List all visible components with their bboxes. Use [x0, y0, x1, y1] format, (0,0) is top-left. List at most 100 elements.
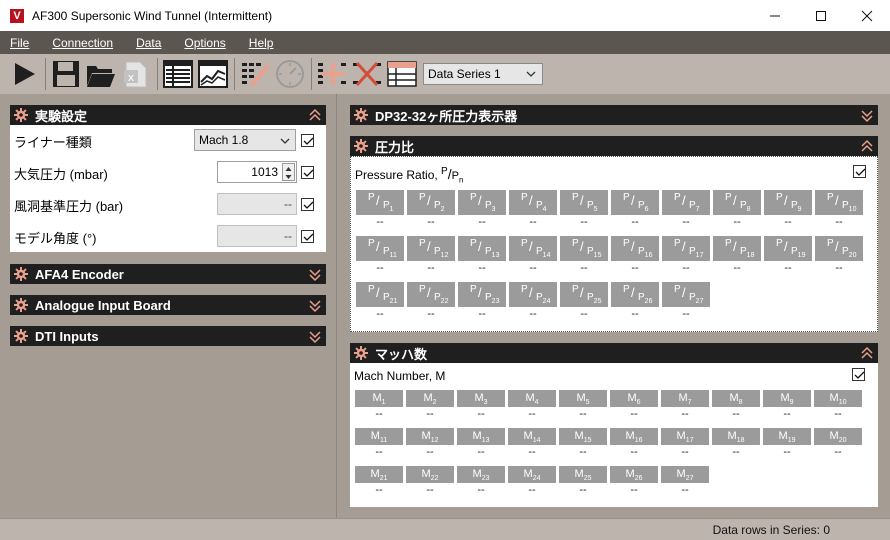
analogue-panel-header[interactable]: Analogue Input Board: [10, 295, 326, 315]
pressure-cell-label: P / P8: [713, 190, 761, 215]
menu-data[interactable]: Data: [134, 36, 163, 50]
table-view-button[interactable]: [162, 58, 194, 90]
menu-options[interactable]: Options: [182, 36, 227, 50]
model-angle-label: モデル角度 (°): [14, 230, 97, 246]
model-angle-checkbox[interactable]: [301, 230, 314, 243]
excel-icon: x: [124, 61, 147, 88]
export-excel-button[interactable]: x: [120, 58, 152, 90]
mach-cell-value: --: [528, 446, 536, 458]
series-table-button[interactable]: [386, 58, 418, 90]
atm-pressure-value: 1013: [251, 165, 278, 179]
checkmark-icon: [854, 371, 865, 379]
experiment-panel-body: ライナー種類 Mach 1.8 大気圧力 (mbar) 1013 風洞基準圧力 …: [10, 125, 326, 252]
collapse-icon: [861, 346, 873, 359]
pressure-panel-header[interactable]: 圧力比: [350, 136, 878, 156]
mach-cell-label: M24: [508, 466, 556, 483]
left-pane: 実験設定 ライナー種類 Mach 1.8 大気圧力 (mbar) 1013 風洞…: [0, 94, 336, 518]
data-series-select[interactable]: Data Series 1: [423, 63, 543, 85]
pressure-cell-label: P / P19: [764, 236, 812, 261]
expand-icon: [309, 331, 321, 344]
pressure-cell-value: --: [427, 216, 435, 228]
atm-pressure-spinner[interactable]: [282, 163, 295, 181]
mach-cell-label: M26: [610, 466, 658, 483]
gear-icon: [14, 329, 28, 343]
mach-cell-label: M25: [559, 466, 607, 483]
open-folder-icon: [87, 66, 115, 87]
pressure-cell-value: --: [478, 216, 486, 228]
mach-cell-value: --: [477, 408, 485, 420]
toolbar-separator: [234, 58, 235, 90]
pressure-cell-label: P / P9: [764, 190, 812, 215]
minimize-button[interactable]: [752, 0, 798, 31]
dp32-panel-header[interactable]: DP32-32ヶ所圧力表示器: [350, 105, 878, 125]
menu-file[interactable]: File: [8, 36, 31, 50]
pressure-cell-label: P / P11: [356, 236, 404, 261]
toolbar-separator: [45, 58, 46, 90]
open-button[interactable]: [85, 58, 117, 90]
mach-cell-value: --: [783, 408, 791, 420]
pressure-cell-value: --: [478, 262, 486, 274]
mach-cell-value: --: [579, 484, 587, 496]
collapse-icon: [861, 139, 873, 152]
mach-cell-label: M18: [712, 428, 760, 445]
mach-cell-label: M6: [610, 390, 658, 407]
gauge-button[interactable]: [274, 58, 306, 90]
menu-connection[interactable]: Connection: [50, 36, 115, 50]
pressure-cell-value: --: [784, 216, 792, 228]
delete-button[interactable]: [351, 58, 383, 90]
mach-cell-value: --: [528, 408, 536, 420]
pressure-cell-value: --: [631, 262, 639, 274]
pressure-cell-label: P / P13: [458, 236, 506, 261]
afa4-panel-header[interactable]: AFA4 Encoder: [10, 264, 326, 284]
mach-cell-value: --: [732, 408, 740, 420]
add-row-button[interactable]: [316, 58, 348, 90]
checkmark-icon: [303, 233, 314, 241]
gear-icon: [354, 346, 368, 360]
dti-panel-header[interactable]: DTI Inputs: [10, 326, 326, 346]
liner-type-checkbox[interactable]: [301, 134, 314, 147]
mach-panel-header[interactable]: マッハ数: [350, 343, 878, 363]
experiment-panel-header[interactable]: 実験設定: [10, 105, 326, 125]
atm-pressure-label: 大気圧力 (mbar): [14, 166, 108, 182]
run-button[interactable]: [8, 58, 40, 90]
close-button[interactable]: [844, 0, 890, 31]
menu-help[interactable]: Help: [247, 36, 276, 50]
pressure-cell-label: P / P20: [815, 236, 863, 261]
pressure-checkbox[interactable]: [853, 165, 866, 178]
dti-panel-title: DTI Inputs: [35, 328, 99, 344]
atm-pressure-input[interactable]: 1013: [217, 161, 297, 183]
right-pane: DP32-32ヶ所圧力表示器 圧力比 Pressure Ratio, P/Pn …: [342, 94, 890, 518]
pressure-cell-label: P / P16: [611, 236, 659, 261]
delete-icon: [353, 61, 381, 87]
spinner-arrows-icon: [285, 167, 292, 179]
pressure-cell-label: P / P5: [560, 190, 608, 215]
gear-icon: [14, 298, 28, 312]
mach-cell-label: M2: [406, 390, 454, 407]
pressure-panel-title: 圧力比: [375, 139, 415, 155]
add-row-icon: [318, 63, 346, 85]
liner-type-select[interactable]: Mach 1.8: [194, 129, 296, 151]
pressure-cell-label: P / P14: [509, 236, 557, 261]
atm-pressure-checkbox[interactable]: [301, 166, 314, 179]
analogue-panel-title: Analogue Input Board: [35, 297, 171, 313]
graph-view-button[interactable]: [197, 58, 229, 90]
mach-checkbox[interactable]: [852, 368, 865, 381]
mach-cell-label: M13: [457, 428, 505, 445]
edit-table-button[interactable]: [239, 58, 271, 90]
maximize-button[interactable]: [798, 0, 844, 31]
liner-type-value: Mach 1.8: [199, 133, 249, 147]
mach-cell-value: --: [681, 408, 689, 420]
experiment-panel-title: 実験設定: [35, 108, 88, 124]
save-button[interactable]: [50, 58, 82, 90]
status-rows-text: Data rows in Series: 0: [712, 523, 830, 537]
ref-pressure-checkbox[interactable]: [301, 198, 314, 211]
mach-cell-value: --: [681, 484, 689, 496]
chevron-down-icon: [280, 138, 290, 144]
app-logo: V: [10, 8, 24, 23]
mach-cell-label: M22: [406, 466, 454, 483]
pressure-cell-value: --: [835, 216, 843, 228]
ref-pressure-value: --: [284, 197, 292, 211]
model-angle-value: --: [284, 229, 292, 243]
mach-cell-label: M3: [457, 390, 505, 407]
mach-cell-label: M12: [406, 428, 454, 445]
